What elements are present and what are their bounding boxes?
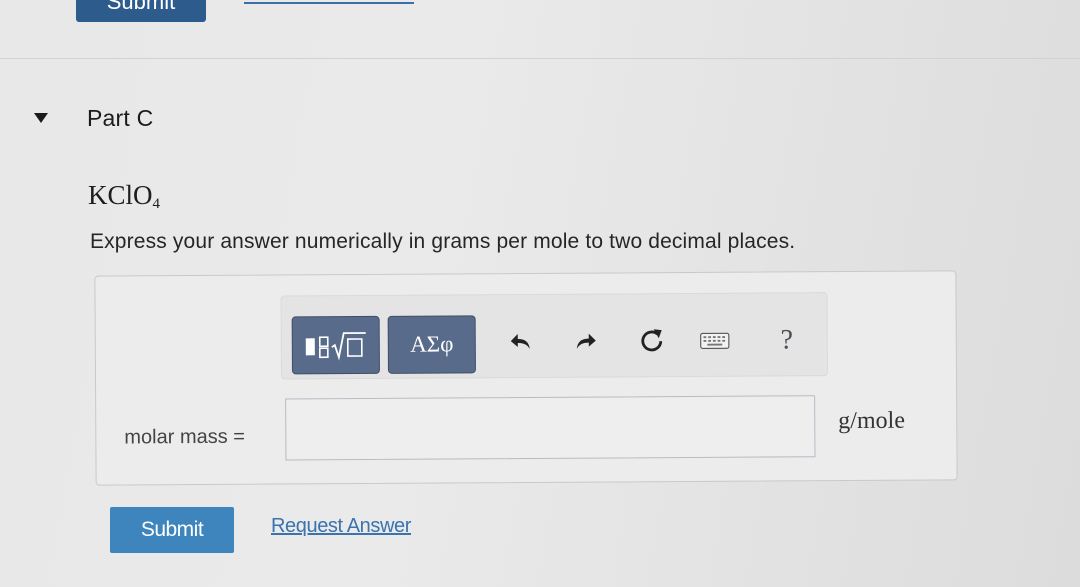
greek-symbols-label: ΑΣφ <box>410 331 454 357</box>
reset-icon <box>641 329 663 352</box>
previous-request-answer-link[interactable] <box>244 0 414 4</box>
previous-submit-button[interactable]: Submit <box>76 0 206 22</box>
greek-symbols-button[interactable]: ΑΣφ <box>387 315 476 374</box>
collapse-caret-icon[interactable] <box>34 113 48 123</box>
reset-button[interactable] <box>637 326 667 356</box>
section-divider <box>0 58 1080 59</box>
undo-icon <box>510 334 530 349</box>
part-title: Part C <box>87 105 154 131</box>
templates-sqrt-icon <box>305 332 366 361</box>
help-button[interactable]: ? <box>772 324 802 356</box>
keyboard-icon <box>700 332 730 349</box>
answer-panel: ΑΣφ ? molar mass = g/mole <box>94 270 958 486</box>
chemical-formula: KClO4 <box>88 180 160 213</box>
formula-subscript: 4 <box>152 196 161 212</box>
molar-mass-label: molar mass = <box>124 425 246 449</box>
units-label: g/mole <box>838 407 906 435</box>
formula-main: KClO <box>88 180 153 210</box>
help-label: ? <box>780 324 794 356</box>
previous-submit-label: Submit <box>106 0 176 14</box>
request-answer-link[interactable]: Request Answer <box>271 515 411 538</box>
redo-icon <box>576 333 596 349</box>
instruction-text: Express your answer numerically in grams… <box>90 230 796 253</box>
redo-button[interactable] <box>570 327 600 357</box>
molar-mass-input[interactable] <box>285 395 816 461</box>
undo-button[interactable] <box>507 327 537 357</box>
submit-button[interactable]: Submit <box>110 507 234 553</box>
math-toolbar: ΑΣφ ? <box>280 292 828 380</box>
keyboard-button[interactable] <box>700 326 730 356</box>
templates-button[interactable] <box>291 315 380 375</box>
